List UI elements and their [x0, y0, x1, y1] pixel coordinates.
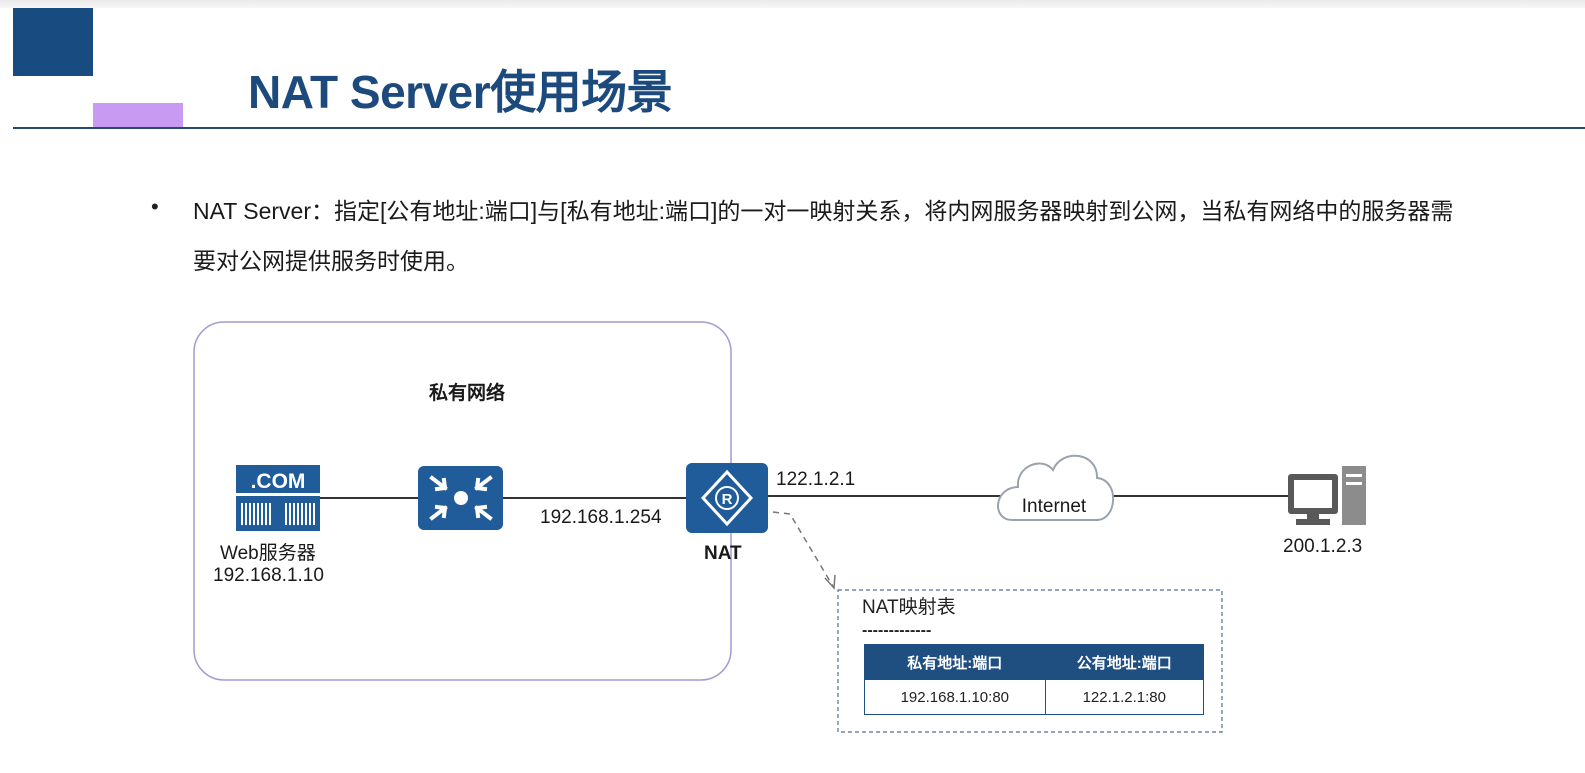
nat-mapping-table: 私有地址:端口 公有地址:端口 192.168.1.10:80 122.1.2.… [864, 644, 1205, 715]
nat-table-pointer-arrow [772, 511, 835, 589]
router-inside-ip: 192.168.1.254 [540, 507, 662, 528]
client-ip: 200.1.2.3 [1283, 536, 1363, 557]
nat-table-divider: ------------- [862, 622, 932, 639]
nat-table-title: NAT映射表 [862, 597, 956, 618]
web-server-icon: .COM [236, 465, 320, 531]
cloud-label: Internet [1022, 496, 1087, 517]
nat-table-cell-private: 192.168.1.10:80 [864, 679, 1046, 715]
nat-router-label: NAT [704, 543, 742, 564]
web-server-ip: 192.168.1.10 [213, 565, 324, 586]
router-outside-ip: 122.1.2.1 [776, 469, 856, 490]
nat-table-header-private: 私有地址:端口 [864, 644, 1046, 680]
router-icon-letter: R [722, 491, 733, 508]
nat-table-cell-public: 122.1.2.1:80 [1044, 679, 1205, 715]
nat-table-arrowhead [824, 574, 836, 590]
switch-icon [418, 466, 503, 530]
network-diagram: .COM R Internet [193, 321, 1366, 733]
nat-table-header-row: 私有地址:端口 公有地址:端口 [864, 644, 1205, 680]
web-server-icon-text: .COM [251, 470, 306, 493]
nat-table-header-public: 公有地址:端口 [1044, 644, 1205, 680]
table-row: 192.168.1.10:80 122.1.2.1:80 [864, 679, 1205, 715]
web-server-name: Web服务器 [220, 543, 316, 564]
client-pc-icon [1288, 466, 1366, 525]
private-network-label: 私有网络 [429, 383, 506, 404]
nat-router-icon: R [686, 463, 768, 533]
